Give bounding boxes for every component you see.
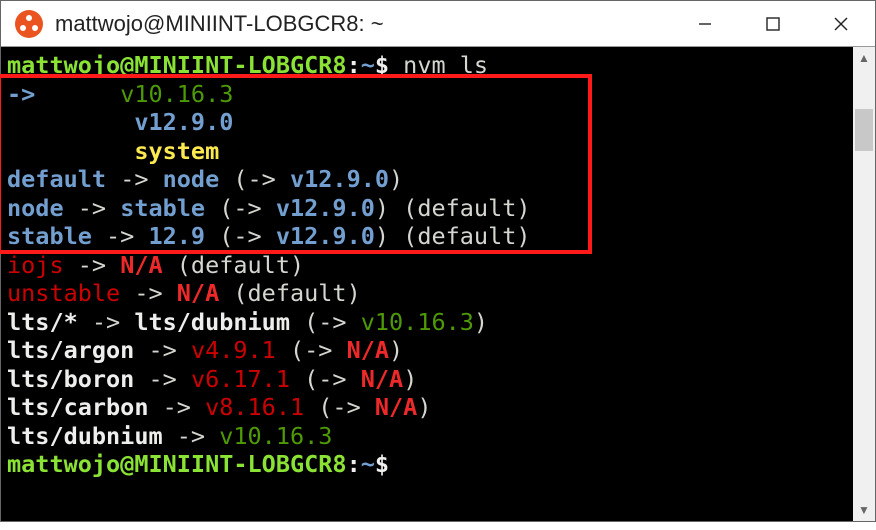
prompt-userhost: mattwojo@MINIINT-LOBGCR8 bbox=[7, 51, 347, 79]
window-controls bbox=[671, 1, 875, 46]
alias-iojs: iojs bbox=[7, 251, 64, 279]
alias-lts-boron: lts/boron bbox=[7, 365, 134, 393]
version-system: system bbox=[134, 137, 219, 165]
titlebar: mattwojo@MINIINT-LOBGCR8: ~ bbox=[1, 1, 875, 47]
prompt-path: ~ bbox=[361, 51, 375, 79]
alias-lts-star: lts/* bbox=[7, 308, 78, 336]
terminal-window: mattwojo@MINIINT-LOBGCR8: ~ mattwojo@MIN… bbox=[0, 0, 876, 522]
version-item: v12.9.0 bbox=[134, 108, 233, 136]
alias-node: node bbox=[7, 194, 64, 222]
alias-stable: stable bbox=[7, 222, 92, 250]
current-marker: -> bbox=[7, 80, 120, 108]
alias-lts-carbon: lts/carbon bbox=[7, 393, 148, 421]
scrollbar-vertical[interactable]: ▲ ▼ bbox=[853, 47, 875, 521]
prompt-dollar: $ bbox=[375, 51, 389, 79]
ubuntu-icon bbox=[15, 10, 43, 38]
alias-default: default bbox=[7, 165, 106, 193]
prompt-sep1: : bbox=[347, 51, 361, 79]
alias-lts-dubnium: lts/dubnium bbox=[7, 422, 163, 450]
terminal-output[interactable]: mattwojo@MINIINT-LOBGCR8:~$ nvm ls -> v1… bbox=[1, 47, 853, 521]
scroll-thumb[interactable] bbox=[855, 109, 873, 151]
close-button[interactable] bbox=[807, 1, 875, 46]
scroll-down-button[interactable]: ▼ bbox=[853, 499, 875, 521]
alias-unstable: unstable bbox=[7, 279, 120, 307]
window-title: mattwojo@MINIINT-LOBGCR8: ~ bbox=[55, 11, 671, 37]
scroll-up-button[interactable]: ▲ bbox=[853, 47, 875, 69]
prompt-userhost-2: mattwojo@MINIINT-LOBGCR8 bbox=[7, 450, 347, 478]
terminal-area: mattwojo@MINIINT-LOBGCR8:~$ nvm ls -> v1… bbox=[1, 47, 875, 521]
version-current: v10.16.3 bbox=[120, 80, 233, 108]
alias-lts-argon: lts/argon bbox=[7, 336, 134, 364]
maximize-button[interactable] bbox=[739, 1, 807, 46]
minimize-button[interactable] bbox=[671, 1, 739, 46]
command-text: nvm ls bbox=[389, 51, 488, 79]
